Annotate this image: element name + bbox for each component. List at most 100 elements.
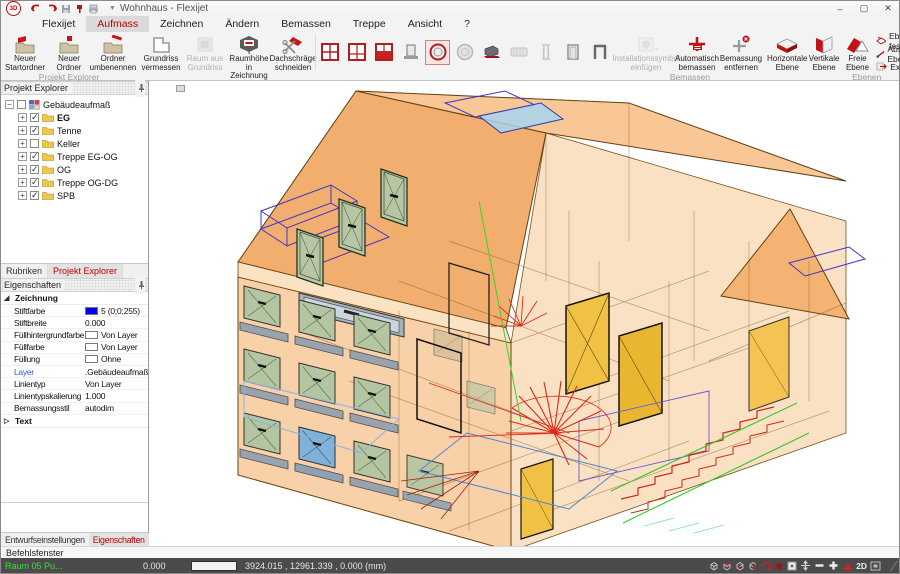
mode-2d[interactable]: 2D <box>856 561 867 571</box>
neuer-ordner-button[interactable]: Neuer Ordner <box>47 33 91 72</box>
wireframe-cube-icon[interactable] <box>709 561 719 571</box>
snap-icon[interactable] <box>787 561 797 571</box>
expand-icon[interactable]: + <box>18 191 27 200</box>
prop-value: Von Layer <box>85 379 121 389</box>
tree-item-og[interactable]: + OG <box>1 163 148 176</box>
wall-opening-icon[interactable] <box>587 40 612 65</box>
automatisch-bemassen-button[interactable]: Automatisch bemassen <box>675 33 719 72</box>
section-zeichnung[interactable]: ◢ Zeichnung <box>1 292 148 305</box>
fit-view-icon[interactable] <box>870 561 881 571</box>
checkbox[interactable] <box>17 100 26 109</box>
freie-ebene-button[interactable]: Freie Ebene <box>841 33 874 72</box>
tab-aufmass[interactable]: Aufmass <box>86 16 149 32</box>
raumhoehe-button[interactable]: Raumhöhe in Zeichnung <box>227 33 271 81</box>
section-text[interactable]: ▷ Text <box>1 415 148 428</box>
maximize-button[interactable]: ▢ <box>857 3 871 14</box>
tab-ansicht[interactable]: Ansicht <box>397 16 453 32</box>
cube-front-face-icon[interactable] <box>735 561 745 571</box>
horizontale-ebene-button[interactable]: Horizontale Ebene <box>767 33 807 72</box>
expand-icon[interactable]: + <box>18 152 27 161</box>
checkbox[interactable] <box>30 113 39 122</box>
command-window-bar[interactable]: Befehlsfenster <box>1 546 899 558</box>
model-viewport[interactable] <box>149 81 899 546</box>
title-dropdown-icon[interactable]: ▼ <box>109 5 116 12</box>
prop-stiftbreite[interactable]: Stiftbreite 0.000 <box>1 317 148 329</box>
ordner-umbenennen-button[interactable]: Ordner umbenennen <box>91 33 135 72</box>
abstand-punkt-item[interactable]: Abstand Punkt zur Ebene▾ <box>876 48 900 59</box>
undo-icon[interactable] <box>31 4 42 13</box>
door-icon[interactable] <box>560 40 585 65</box>
bemassung-entfernen-button[interactable]: Bemassung entfernen <box>719 33 763 72</box>
tab-projekt-explorer[interactable]: Projekt Explorer <box>48 264 123 278</box>
expand-icon[interactable]: + <box>18 165 27 174</box>
tree-label: SPB <box>57 191 75 201</box>
checkbox[interactable] <box>30 165 39 174</box>
expand-icon[interactable]: + <box>18 113 27 122</box>
grundriss-vermessen-button[interactable]: Grundriss vermessen <box>139 33 183 72</box>
resize-grip[interactable] <box>883 561 898 571</box>
tab-flexijet[interactable]: Flexijet <box>31 16 86 32</box>
tree-item-treppe-og-dg[interactable]: + Treppe OG-DG <box>1 176 148 189</box>
prop-fuellfarbe[interactable]: Füllfarbe Von Layer <box>1 342 148 354</box>
expand-icon[interactable]: + <box>18 139 27 148</box>
neuer-startordner-button[interactable]: Neuer Startordner <box>3 33 47 72</box>
dachschraege-button[interactable]: Dachschräge schneiden <box>271 33 315 72</box>
flexijet-pin-icon[interactable] <box>75 4 84 14</box>
prop-fuellung[interactable]: Füllung Ohne <box>1 354 148 366</box>
tab-entwurfseinstellungen[interactable]: Entwurfseinstellungen <box>1 533 89 546</box>
checkbox[interactable] <box>30 191 39 200</box>
solid-cube-icon[interactable] <box>774 561 784 571</box>
tab-treppe[interactable]: Treppe <box>342 16 397 32</box>
cube-iso-icon[interactable] <box>748 561 758 571</box>
exportieren-item[interactable]: Exportieren▾ <box>876 61 900 72</box>
tree-item-treppe-eg-og[interactable]: + Treppe EG-OG <box>1 150 148 163</box>
tree-item-tenne[interactable]: + Tenne <box>1 124 148 137</box>
plane-mode-icon[interactable] <box>842 561 853 571</box>
tab-help[interactable]: ? <box>453 16 481 32</box>
checkbox[interactable] <box>30 126 39 135</box>
zoom-in-icon[interactable] <box>828 560 839 571</box>
tree-item-eg[interactable]: + EG <box>1 111 148 124</box>
save-icon[interactable] <box>61 4 71 14</box>
vertikale-ebene-button[interactable]: Vertikale Ebene <box>807 33 840 72</box>
collapse-icon[interactable]: − <box>5 100 14 109</box>
window-grid-icon[interactable] <box>317 40 342 65</box>
pan-icon[interactable] <box>800 560 811 571</box>
checkbox[interactable] <box>30 139 39 148</box>
tab-eigenschaften[interactable]: Eigenschaften <box>89 533 149 546</box>
prop-linientypskalierung[interactable]: Linientypskalierung 1.000 <box>1 390 148 402</box>
tab-zeichnen[interactable]: Zeichnen <box>149 16 214 32</box>
window-split-icon[interactable] <box>344 40 369 65</box>
window-filled-icon[interactable] <box>371 40 396 65</box>
prop-stiftfarbe[interactable]: Stiftfarbe 5 (0;0;255) <box>1 305 148 317</box>
tab-bemassen[interactable]: Bemassen <box>270 16 342 32</box>
checkbox[interactable] <box>30 178 39 187</box>
furniture-icon[interactable] <box>479 40 504 65</box>
cube-top-face-icon[interactable] <box>722 561 732 571</box>
expand-icon[interactable]: + <box>18 126 27 135</box>
prop-label: Linientypskalierung <box>1 391 85 401</box>
tree-root-gebaeudeaufmass[interactable]: − Gebäudeaufmaß <box>1 98 148 111</box>
door-step-icon[interactable] <box>398 40 423 65</box>
zoom-out-icon[interactable] <box>814 560 825 571</box>
tree-item-spb[interactable]: + SPB <box>1 189 148 202</box>
orbit-icon[interactable] <box>761 561 771 571</box>
window-title: Wohnhaus - Flexijet <box>120 3 208 14</box>
prop-fuellhintergrundfarbe[interactable]: Füllhintergrundfarbe Von Layer <box>1 329 148 341</box>
prop-layer[interactable]: Layer .Gebäudeaufmaß.EG <box>1 366 148 378</box>
minimize-button[interactable]: – <box>833 4 847 14</box>
building-survey-icon <box>29 100 40 110</box>
print-icon[interactable] <box>88 4 99 14</box>
tab-aendern[interactable]: Ändern <box>214 16 270 32</box>
round-window-icon[interactable] <box>425 40 450 65</box>
app-logo-icon[interactable] <box>6 1 21 16</box>
expand-icon[interactable]: + <box>18 178 27 187</box>
checkbox[interactable] <box>30 152 39 161</box>
close-button[interactable]: ✕ <box>881 3 895 14</box>
tree-item-keller[interactable]: + Keller <box>1 137 148 150</box>
status-input-box[interactable] <box>191 561 237 571</box>
prop-bemassungsstil[interactable]: Bemassungsstil autodim <box>1 403 148 415</box>
tab-rubriken[interactable]: Rubriken <box>1 264 48 278</box>
prop-linientyp[interactable]: Linientyp Von Layer <box>1 378 148 390</box>
redo-icon[interactable] <box>46 4 57 13</box>
